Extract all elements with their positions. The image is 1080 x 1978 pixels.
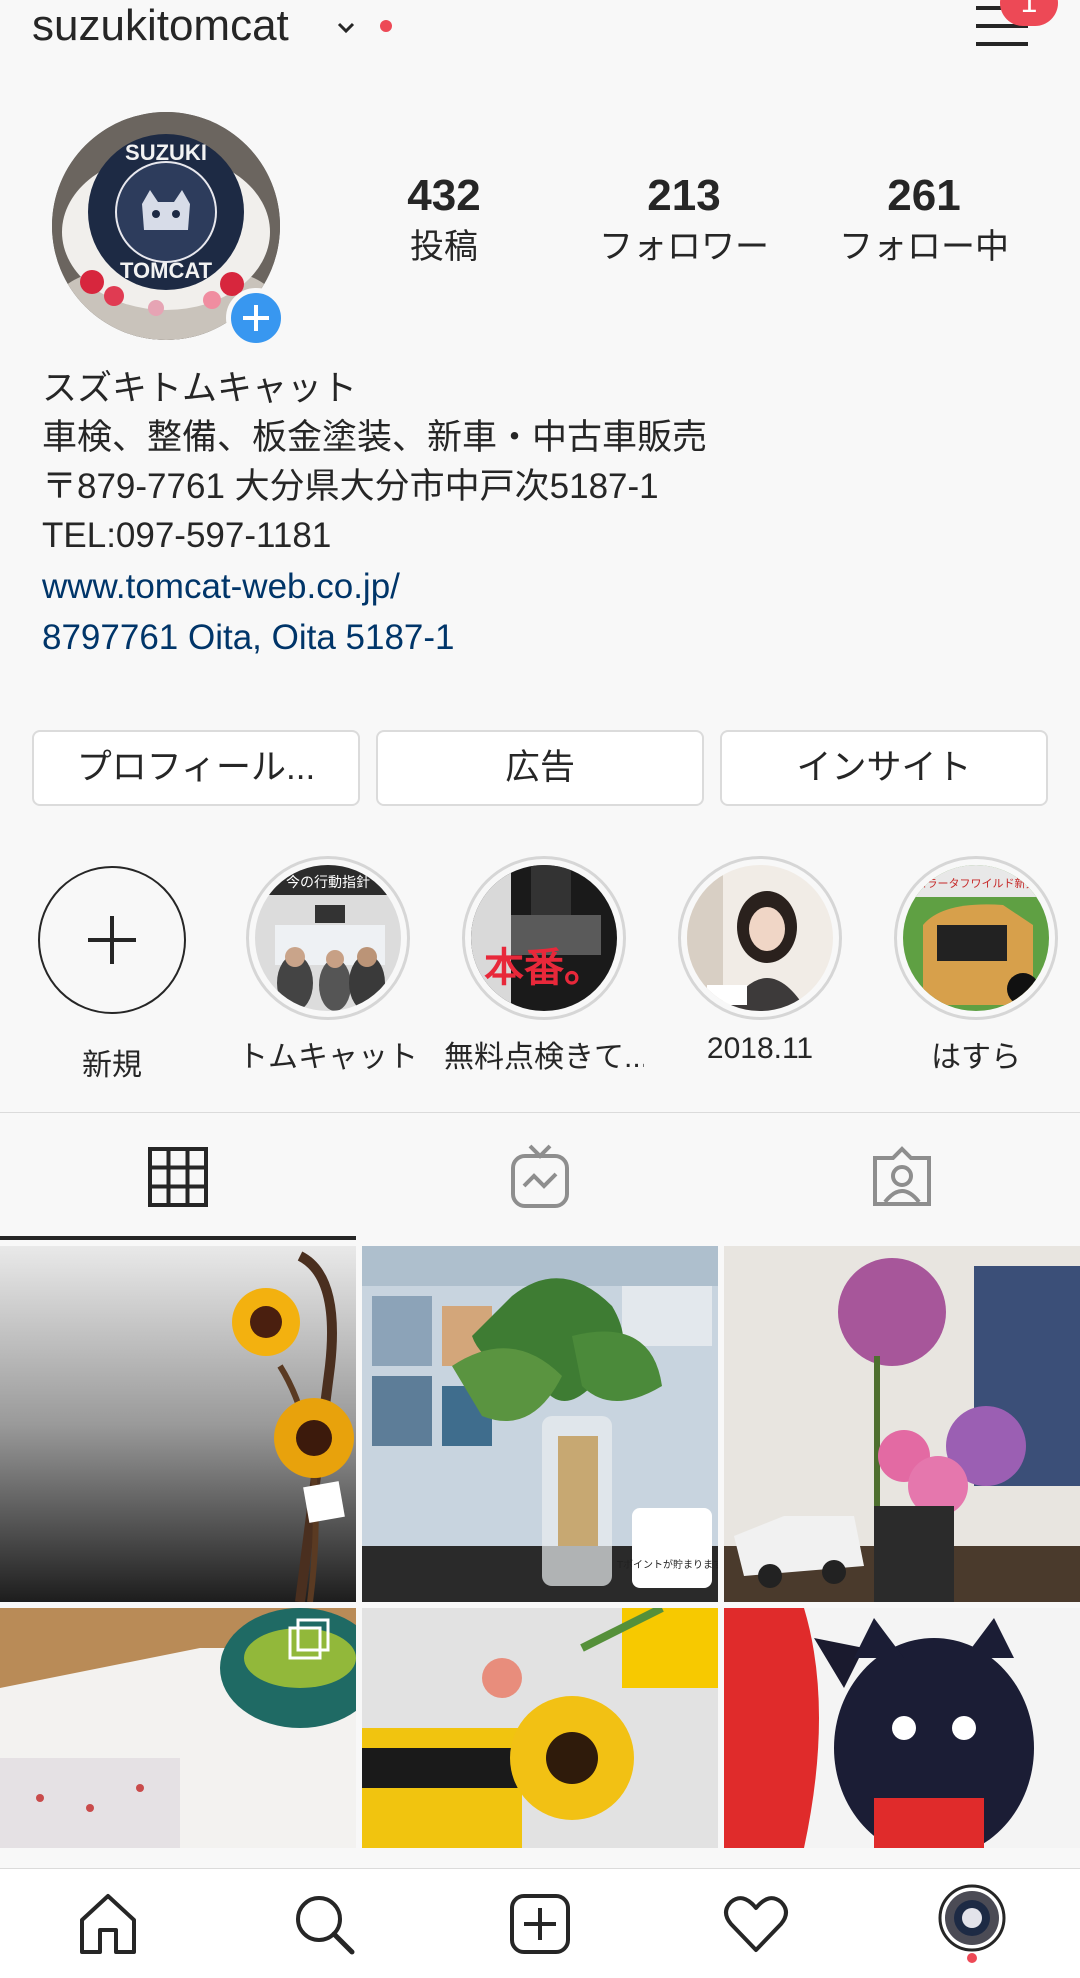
- posts-label: 投稿: [410, 228, 478, 266]
- sunflower-vase-photo: [362, 1608, 718, 1848]
- tomcat-mascot-photo: [724, 1608, 1080, 1848]
- tagged-person-icon: [873, 1146, 931, 1206]
- posts-value: 432: [407, 171, 481, 220]
- add-post-icon: [510, 1894, 570, 1954]
- highlight-ring: ハスラータフワイルド新発売: [894, 856, 1058, 1020]
- igtv-icon: [511, 1144, 569, 1208]
- followers-count[interactable]: 213 フォロワー: [574, 170, 794, 272]
- posts-count[interactable]: 432 投稿: [334, 170, 554, 272]
- bottom-navigation: [0, 1868, 1080, 1978]
- home-icon: [80, 1894, 136, 1954]
- highlight-label: はすら: [931, 1041, 1021, 1074]
- following-count[interactable]: 261 フォロー中: [814, 170, 1034, 272]
- highlight-thumbnail: 今の行動指針: [255, 865, 401, 1011]
- highlight-2018-11[interactable]: 2018.11: [660, 856, 860, 1066]
- post-thumbnail[interactable]: Tポイントが貯まります!: [362, 1246, 718, 1602]
- edit-profile-button[interactable]: プロフィール...: [32, 730, 360, 806]
- nav-home[interactable]: [0, 1869, 216, 1978]
- website-link[interactable]: www.tomcat-web.co.jp/: [42, 562, 1042, 611]
- grid-caption: Tポイントが貯まります!: [616, 1558, 718, 1571]
- followers-value: 213: [647, 171, 721, 220]
- grid-icon: [148, 1147, 208, 1207]
- avatar-logo-top: SUZUKI: [125, 140, 207, 165]
- highlight-thumbnail: 本番。: [471, 865, 617, 1011]
- account-username[interactable]: suzukitomcat: [32, 0, 289, 52]
- highlight-ring: 本番。: [462, 856, 626, 1020]
- heart-icon: [724, 1896, 788, 1952]
- highlight-new[interactable]: 新規: [12, 856, 212, 1084]
- highlight-overlay-text: ハスラータフワイルド新発売: [905, 876, 1048, 890]
- highlight-ring: [678, 856, 842, 1020]
- flower-arrangement-photo: [724, 1246, 1080, 1602]
- post-thumbnail[interactable]: [724, 1246, 1080, 1602]
- plus-icon: [88, 916, 136, 964]
- following-label: フォロー中: [839, 228, 1009, 266]
- highlight-label: 2018.11: [706, 1032, 814, 1065]
- highlight-label: トムキャット: [238, 1041, 418, 1074]
- highlight-ring: 今の行動指針: [246, 856, 410, 1020]
- profile-bio: スズキトムキャット 車検、整備、板金塗装、新車・中古車販売 〒879-7761 …: [42, 364, 1042, 662]
- highlight-thumbnail: ハスラータフワイルド新発売: [903, 865, 1049, 1011]
- highlight-label: 新規: [82, 1049, 142, 1082]
- ads-button[interactable]: 広告: [376, 730, 704, 806]
- post-thumbnail[interactable]: [724, 1608, 1080, 1848]
- active-tab-indicator: [0, 1236, 356, 1240]
- tea-photo: [0, 1608, 356, 1848]
- profile-avatar-icon: [938, 1884, 1006, 1963]
- highlight-overlay-text: 今の行動指針: [286, 875, 370, 891]
- highlight-new-circle: [38, 866, 186, 1014]
- address-link[interactable]: 8797761 Oita, Oita 5187-1: [42, 613, 1042, 662]
- nav-profile[interactable]: [864, 1869, 1080, 1978]
- nav-search[interactable]: [216, 1869, 432, 1978]
- search-icon: [296, 1896, 355, 1955]
- bio-line: 〒879-7761 大分県大分市中戸次5187-1: [42, 467, 659, 506]
- sunflower-photo: [0, 1246, 356, 1602]
- add-story-button[interactable]: [226, 288, 286, 348]
- tab-tagged[interactable]: [724, 1113, 1080, 1241]
- top-header: suzukitomcat 1: [0, 0, 1080, 70]
- highlight-tomcat[interactable]: 今の行動指針 トムキャット: [228, 856, 428, 1076]
- tab-grid[interactable]: [0, 1113, 356, 1241]
- nav-activity[interactable]: [648, 1869, 864, 1978]
- following-value: 261: [887, 171, 961, 220]
- bio-line: 車検、整備、板金塗装、新車・中古車販売: [42, 418, 708, 457]
- highlight-free-inspection[interactable]: 本番。 無料点検きて...: [444, 856, 644, 1076]
- insights-button[interactable]: インサイト: [720, 730, 1048, 806]
- chevron-down-icon[interactable]: [336, 18, 356, 38]
- post-thumbnail[interactable]: [0, 1246, 356, 1602]
- plant-vase-photo: Tポイントが貯まります!: [362, 1246, 718, 1602]
- nav-new-post[interactable]: [432, 1869, 648, 1978]
- profile-name: スズキトムキャット: [42, 369, 358, 408]
- content-tabs: [0, 1112, 1080, 1240]
- notification-dot: [380, 20, 392, 32]
- bio-line: TEL:097-597-1181: [42, 516, 332, 555]
- highlight-hustler[interactable]: ハスラータフワイルド新発売 はすら: [876, 856, 1076, 1076]
- highlight-label: 無料点検きて...: [444, 1041, 644, 1074]
- highlight-overlay-text: 本番。: [484, 945, 604, 991]
- plus-icon: [243, 305, 269, 331]
- post-thumbnail[interactable]: [0, 1608, 356, 1848]
- post-thumbnail[interactable]: [362, 1608, 718, 1848]
- tab-igtv[interactable]: [362, 1113, 718, 1241]
- avatar-logo-bottom: TOMCAT: [120, 258, 213, 283]
- followers-label: フォロワー: [599, 228, 769, 266]
- highlight-thumbnail: [687, 865, 833, 1011]
